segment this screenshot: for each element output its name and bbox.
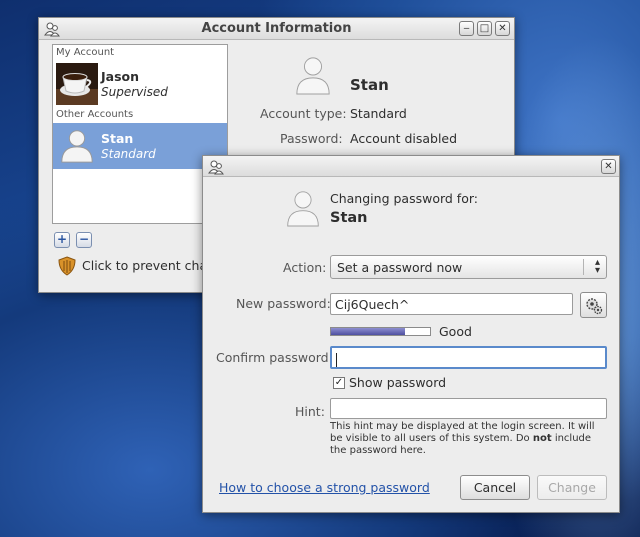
combobox-separator [583, 259, 584, 275]
dialog-titlebar[interactable]: ✕ [203, 156, 619, 177]
coffee-cup-avatar-icon [56, 63, 98, 105]
close-button[interactable]: ✕ [601, 159, 616, 174]
show-password-checkbox[interactable]: ✓ [333, 377, 345, 389]
user-avatar-icon [296, 57, 330, 95]
my-account-heading: My Account [56, 47, 115, 58]
account-type: Supervised [101, 85, 168, 99]
confirm-password-field[interactable] [330, 346, 607, 369]
new-password-label: New password: [236, 296, 331, 311]
account-type: Standard [101, 147, 156, 161]
password-strength-bar [330, 327, 431, 336]
account-name: Jason [101, 69, 140, 84]
lock-hint-text: Click to prevent chang [82, 258, 202, 273]
generate-password-button[interactable] [580, 292, 607, 318]
change-password-dialog: ✕ Changing password for: Stan Action: Se… [202, 155, 620, 513]
other-accounts-heading: Other Accounts [56, 109, 134, 120]
text-cursor [336, 352, 337, 367]
hint-field[interactable] [330, 398, 607, 419]
password-strength-label: Good [439, 324, 472, 339]
hint-label: Hint: [295, 404, 325, 419]
maximize-button[interactable]: □ [477, 21, 492, 36]
selected-user-name: Stan [350, 76, 389, 94]
confirm-password-label: Confirm password: [216, 350, 333, 365]
minimize-button[interactable]: ‒ [459, 21, 474, 36]
account-name: Stan [101, 131, 134, 146]
password-strength-fill [331, 328, 406, 335]
action-label: Action: [283, 260, 327, 275]
gears-icon [586, 298, 603, 315]
new-password-field[interactable]: Cij6Quech^ [330, 293, 573, 315]
titlebar[interactable]: Account Information ‒ □ ✕ [39, 18, 514, 40]
add-user-button[interactable]: + [54, 232, 70, 248]
changing-password-heading: Changing password for: [330, 191, 478, 206]
combobox-arrows-icon: ▴ ▾ [594, 257, 600, 276]
user-avatar-icon [287, 191, 319, 227]
action-combobox-value: Set a password now [337, 260, 463, 275]
change-button[interactable]: Change [537, 475, 607, 500]
account-row-stan[interactable]: Stan Standard [53, 123, 227, 169]
lock-shield-icon[interactable] [58, 256, 76, 276]
strong-password-help-link[interactable]: How to choose a strong password [219, 480, 430, 495]
account-type-label: Account type: [260, 106, 347, 121]
password-value[interactable]: Account disabled [350, 131, 457, 146]
action-combobox[interactable]: Set a password now ▴ ▾ [330, 255, 607, 279]
password-label: Password: [280, 131, 343, 146]
close-button[interactable]: ✕ [495, 21, 510, 36]
dialog-user-name: Stan [330, 210, 368, 226]
remove-user-button[interactable]: − [76, 232, 92, 248]
hint-help-text: This hint may be displayed at the login … [330, 421, 595, 456]
account-type-value[interactable]: Standard [350, 106, 407, 121]
account-row-jason[interactable]: Jason Supervised [53, 61, 227, 107]
window-title: Account Information [201, 21, 352, 36]
user-silhouette-icon [61, 130, 93, 163]
cancel-button[interactable]: Cancel [460, 475, 530, 500]
show-password-label[interactable]: Show password [349, 375, 446, 390]
users-icon [208, 160, 224, 175]
